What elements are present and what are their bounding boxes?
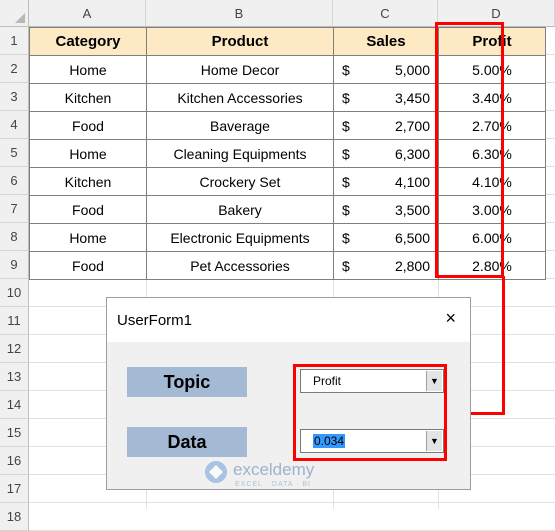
sales-value: 3,500 [394, 201, 430, 218]
sales-cell[interactable]: $3,500 [333, 195, 439, 224]
header-sales[interactable]: Sales [333, 27, 439, 56]
currency-symbol: $ [342, 173, 350, 190]
sales-value: 3,450 [394, 89, 430, 106]
userform-title: UserForm1 [117, 312, 193, 329]
column-header-c[interactable]: C [333, 0, 438, 27]
sales-value: 6,500 [394, 229, 430, 246]
row-header-5[interactable]: 5 [0, 139, 29, 167]
row-header-13[interactable]: 13 [0, 363, 29, 391]
profit-column-highlight [435, 22, 504, 278]
sales-cell[interactable]: $4,100 [333, 167, 439, 196]
row-header-11[interactable]: 11 [0, 307, 29, 335]
watermark-tagline: EXCEL · DATA · BI [235, 481, 311, 488]
category-cell[interactable]: Kitchen [29, 167, 147, 196]
product-cell[interactable]: Baverage [146, 111, 334, 140]
column-header-a[interactable]: A [29, 0, 146, 27]
currency-symbol: $ [342, 201, 350, 218]
select-all-corner[interactable] [0, 0, 29, 27]
sales-value: 5,000 [394, 61, 430, 78]
sales-value: 2,700 [394, 117, 430, 134]
product-cell[interactable]: Cleaning Equipments [146, 139, 334, 168]
sales-cell[interactable]: $6,300 [333, 139, 439, 168]
product-cell[interactable]: Bakery [146, 195, 334, 224]
category-cell[interactable]: Food [29, 195, 147, 224]
sales-cell[interactable]: $5,000 [333, 55, 439, 84]
currency-symbol: $ [342, 117, 350, 134]
watermark-name: exceldemy [233, 460, 315, 479]
data-label: Data [127, 427, 247, 457]
sales-value: 2,800 [394, 257, 430, 274]
combobox-highlight [293, 364, 447, 461]
row-header-16[interactable]: 16 [0, 447, 29, 475]
product-cell[interactable]: Electronic Equipments [146, 223, 334, 252]
category-cell[interactable]: Food [29, 111, 147, 140]
row-header-4[interactable]: 4 [0, 111, 29, 139]
row-header-2[interactable]: 2 [0, 55, 29, 83]
row-header-1[interactable]: 1 [0, 27, 29, 55]
row-header-17[interactable]: 17 [0, 475, 29, 503]
userform-titlebar[interactable]: UserForm1 × [107, 298, 470, 342]
category-cell[interactable]: Food [29, 251, 147, 280]
row-header-15[interactable]: 15 [0, 419, 29, 447]
column-header-b[interactable]: B [146, 0, 333, 27]
product-cell[interactable]: Crockery Set [146, 167, 334, 196]
row-header-10[interactable]: 10 [0, 279, 29, 307]
topic-label: Topic [127, 367, 247, 397]
category-cell[interactable]: Home [29, 55, 147, 84]
row-header-8[interactable]: 8 [0, 223, 29, 251]
product-cell[interactable]: Home Decor [146, 55, 334, 84]
sales-value: 6,300 [394, 145, 430, 162]
row-header-9[interactable]: 9 [0, 251, 29, 279]
sales-cell[interactable]: $2,700 [333, 111, 439, 140]
header-product[interactable]: Product [146, 27, 334, 56]
gridline [29, 502, 555, 503]
row-header-7[interactable]: 7 [0, 195, 29, 223]
sales-value: 4,100 [394, 173, 430, 190]
row-header-3[interactable]: 3 [0, 83, 29, 111]
currency-symbol: $ [342, 145, 350, 162]
currency-symbol: $ [342, 61, 350, 78]
category-cell[interactable]: Home [29, 223, 147, 252]
row-header-12[interactable]: 12 [0, 335, 29, 363]
sales-cell[interactable]: $6,500 [333, 223, 439, 252]
header-category[interactable]: Category [29, 27, 147, 56]
currency-symbol: $ [342, 257, 350, 274]
currency-symbol: $ [342, 229, 350, 246]
row-header-14[interactable]: 14 [0, 391, 29, 419]
currency-symbol: $ [342, 89, 350, 106]
category-cell[interactable]: Home [29, 139, 147, 168]
row-header-18[interactable]: 18 [0, 503, 29, 531]
exceldemy-logo-icon [205, 461, 227, 483]
row-header-6[interactable]: 6 [0, 167, 29, 195]
product-cell[interactable]: Pet Accessories [146, 251, 334, 280]
sales-cell[interactable]: $2,800 [333, 251, 439, 280]
sales-cell[interactable]: $3,450 [333, 83, 439, 112]
exceldemy-watermark: exceldemy EXCEL · DATA · BI [205, 459, 365, 493]
category-cell[interactable]: Kitchen [29, 83, 147, 112]
product-cell[interactable]: Kitchen Accessories [146, 83, 334, 112]
connector-line-vertical [502, 276, 505, 415]
close-icon[interactable]: × [445, 308, 456, 329]
